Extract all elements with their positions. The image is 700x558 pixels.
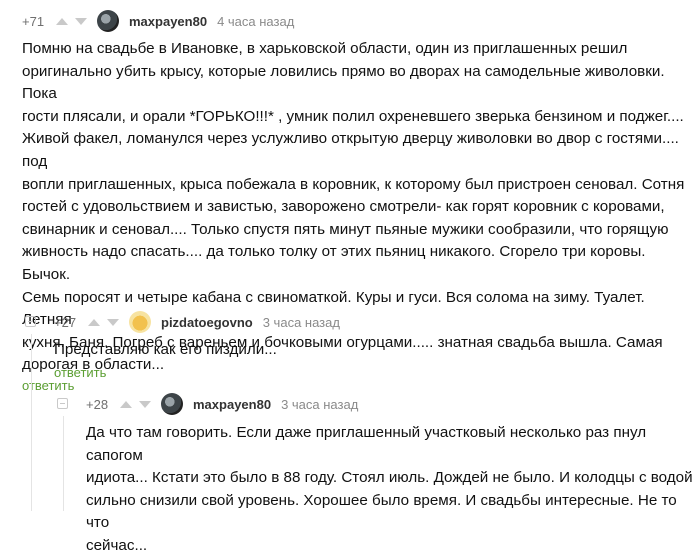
thread-line [31,334,32,511]
upvote-icon[interactable] [88,318,100,326]
reply-link[interactable]: ответить [22,378,692,393]
comment-username[interactable]: maxpayen80 [129,14,207,29]
reply-link[interactable]: ответить [54,365,684,380]
comment-rating: +27 [54,314,77,330]
comment-rating: +71 [22,13,45,29]
comment-rating: +28 [86,396,109,412]
collapse-toggle-icon[interactable] [57,398,68,409]
comment-time: 4 часа назад [217,13,295,29]
comment-username[interactable]: maxpayen80 [193,397,271,412]
comment-username[interactable]: pizdatoegovno [161,315,253,330]
comment-header: +28 maxpayen80 3 часа назад [86,393,696,415]
downvote-icon[interactable] [139,400,151,408]
comment-header: +27 pizdatoegovno 3 часа назад [54,311,684,333]
upvote-icon[interactable] [120,400,132,408]
comment-text: Да что там говорить. Если даже приглашен… [86,424,693,554]
downvote-icon[interactable] [107,318,119,326]
collapse-toggle-icon[interactable] [25,316,36,327]
comment-header: +71 maxpayen80 4 часа назад [22,10,692,32]
downvote-icon[interactable] [75,17,87,25]
avatar[interactable] [97,10,119,32]
comment-time: 3 часа назад [262,314,340,330]
comment-time: 3 часа назад [281,396,359,412]
comment-3: +28 maxpayen80 3 часа назад Да что там г… [86,393,696,558]
upvote-icon[interactable] [56,17,68,25]
avatar[interactable] [129,311,151,333]
thread-line [63,416,64,511]
avatar[interactable] [161,393,183,415]
comment-text: Представляю как его пиздили... [54,341,277,358]
comment-2: +27 pizdatoegovno 3 часа назад Представл… [54,311,684,380]
